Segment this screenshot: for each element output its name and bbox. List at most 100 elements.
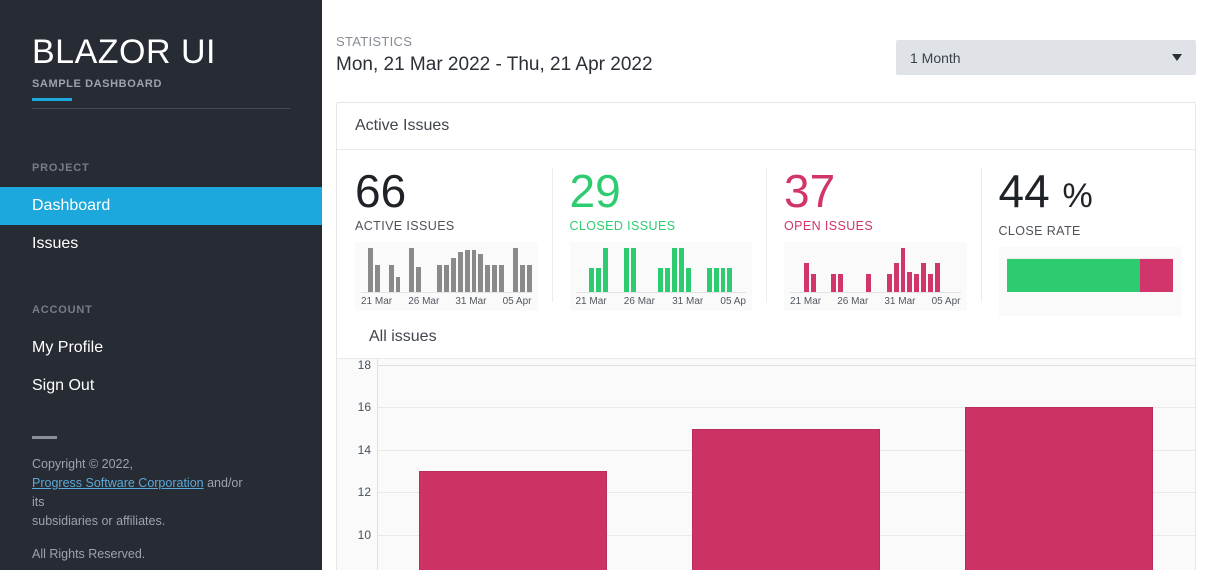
sparkline-bar	[443, 264, 449, 292]
y-axis-tick-label: 12	[357, 485, 371, 500]
spark-tick-3: 31 Mar	[884, 296, 916, 307]
sparkline-bar	[512, 248, 518, 292]
sparkline-bar	[810, 274, 816, 292]
kpi-open-label: OPEN ISSUES	[784, 219, 874, 233]
nav-group-account: ACCOUNT My Profile Sign Out	[0, 304, 322, 405]
spark-tick-2: 26 Mar	[408, 296, 440, 307]
sparkline-bar	[519, 264, 525, 292]
all-rights-reserved: All Rights Reserved.	[32, 547, 146, 561]
sparkline-bars	[790, 248, 961, 293]
chart-bar[interactable]	[964, 407, 1153, 570]
sidebar-item-dashboard[interactable]: Dashboard	[0, 187, 322, 225]
sparkline-bar	[921, 262, 927, 292]
close-rate-pink-segment	[1139, 259, 1173, 292]
brand-subtitle: SAMPLE DASHBOARD	[32, 78, 162, 90]
all-issues-chart: 18161412108	[337, 358, 1195, 570]
sidebar-item-my-profile[interactable]: My Profile	[0, 329, 322, 367]
sparkline-axis: 21 Mar 26 Mar 31 Mar 05 Ap	[576, 293, 747, 307]
period-dropdown[interactable]: 1 Month	[896, 40, 1196, 75]
main-content: STATISTICS Mon, 21 Mar 2022 - Thu, 21 Ap…	[322, 0, 1226, 570]
close-rate-bar	[1006, 258, 1173, 292]
sparkline-bar	[928, 274, 934, 292]
date-range-title: Mon, 21 Mar 2022 - Thu, 21 Apr 2022	[336, 54, 653, 75]
sparkline-bar	[831, 274, 837, 292]
sidebar-item-sign-out[interactable]: Sign Out	[0, 367, 322, 405]
sparkline-bar	[589, 267, 595, 292]
y-axis-tick-label: 18	[357, 358, 371, 372]
sparkline-bars	[575, 248, 746, 293]
sparkline-bar	[416, 266, 422, 292]
sparkline-bar	[665, 267, 671, 292]
sparkline-bar	[935, 262, 940, 292]
sparkline-bar	[395, 277, 401, 292]
sparkline-closed-issues: 21 Mar 26 Mar 31 Mar 05 Ap	[569, 242, 752, 311]
sidebar: BLAZOR UI SAMPLE DASHBOARD PROJECT Dashb…	[0, 0, 322, 570]
spark-tick-2: 26 Mar	[837, 296, 869, 307]
chart-y-axis: 18161412108	[337, 358, 377, 570]
spark-tick-4: 05 Apr	[502, 296, 532, 307]
nav-section-project-label: PROJECT	[32, 162, 90, 174]
sparkline-bar	[914, 274, 920, 292]
kpi-row: 66 ACTIVE ISSUES 21 Mar 26 Mar 31 Mar 05…	[337, 150, 1195, 316]
sparkline-bar	[596, 267, 602, 292]
close-rate-chart	[998, 247, 1181, 316]
copyright-line-3: subsidiaries or affiliates.	[32, 514, 166, 528]
sparkline-bar	[907, 272, 913, 292]
kpi-active-value: 66	[355, 165, 407, 217]
spark-tick-1: 21 Mar	[361, 296, 393, 307]
spark-tick-1: 21 Mar	[575, 296, 607, 307]
sparkline-bar	[603, 248, 609, 292]
active-issues-card: Active Issues 66 ACTIVE ISSUES 21 Mar 26…	[336, 102, 1196, 570]
card-title: Active Issues	[355, 117, 450, 134]
kpi-closed-issues: 29 CLOSED ISSUES 21 Mar 26 Mar 31 Mar 05…	[551, 156, 767, 316]
sparkline-bar	[672, 248, 678, 292]
sparkline-axis: 21 Mar 26 Mar 31 Mar 05 Apr	[790, 293, 961, 307]
sparkline-bar	[803, 262, 809, 292]
sparkline-bar	[464, 250, 470, 292]
sparkline-axis: 21 Mar 26 Mar 31 Mar 05 Apr	[361, 293, 532, 307]
kpi-close-rate-label: CLOSE RATE	[998, 224, 1081, 238]
spark-tick-1: 21 Mar	[790, 296, 822, 307]
sparkline-bar	[367, 248, 373, 292]
close-rate-number: 44	[998, 165, 1050, 217]
close-rate-green-segment	[1006, 259, 1140, 292]
progress-software-link[interactable]: Progress Software Corporation	[32, 476, 204, 490]
kpi-close-rate: 44 % CLOSE RATE	[980, 156, 1196, 316]
sparkline-bar	[886, 274, 892, 292]
chart-bar[interactable]	[419, 471, 608, 570]
sparkline-bar	[893, 262, 899, 292]
sparkline-bar	[499, 264, 505, 292]
sparkline-bar	[686, 267, 691, 292]
sparkline-bar	[838, 274, 844, 292]
chevron-down-icon	[1172, 54, 1182, 61]
sparkline-bar	[706, 267, 712, 292]
period-dropdown-value: 1 Month	[910, 49, 961, 66]
y-axis-tick-label: 16	[357, 400, 371, 415]
sidebar-footer: Copyright © 2022, Progress Software Corp…	[0, 436, 322, 570]
kpi-active-issues: 66 ACTIVE ISSUES 21 Mar 26 Mar 31 Mar 05…	[337, 156, 552, 316]
sparkline-bar	[713, 267, 719, 292]
brand-block: BLAZOR UI SAMPLE DASHBOARD	[0, 0, 322, 109]
sparkline-bar	[679, 248, 684, 292]
copyright-block: Copyright © 2022, Progress Software Corp…	[0, 455, 290, 531]
kpi-open-issues: 37 OPEN ISSUES 21 Mar 26 Mar 31 Mar 05 A…	[766, 156, 981, 316]
sparkline-bar	[436, 264, 442, 292]
brand-accent-bar	[32, 98, 72, 101]
nav-group-project: PROJECT Dashboard Issues	[0, 162, 322, 263]
sidebar-item-issues[interactable]: Issues	[0, 225, 322, 263]
kpi-closed-value: 29	[569, 165, 621, 217]
footer-divider	[32, 436, 57, 439]
dashboard-page: BLAZOR UI SAMPLE DASHBOARD PROJECT Dashb…	[0, 0, 1226, 570]
kpi-active-label: ACTIVE ISSUES	[355, 219, 455, 233]
copyright-line-1: Copyright © 2022,	[32, 457, 133, 471]
kpi-closed-label: CLOSED ISSUES	[569, 219, 676, 233]
all-issues-section: All issues 18161412108	[337, 316, 1195, 570]
nav-section-account-label: ACCOUNT	[32, 304, 93, 316]
spark-tick-2: 26 Mar	[623, 296, 655, 307]
chart-bar[interactable]	[691, 428, 881, 570]
y-axis-tick-label: 10	[357, 527, 371, 542]
spark-tick-4: 05 Apr	[931, 296, 961, 307]
sparkline-bar	[409, 248, 415, 292]
sparkline-bar	[457, 252, 463, 292]
sparkline-open-issues: 21 Mar 26 Mar 31 Mar 05 Apr	[784, 242, 967, 311]
